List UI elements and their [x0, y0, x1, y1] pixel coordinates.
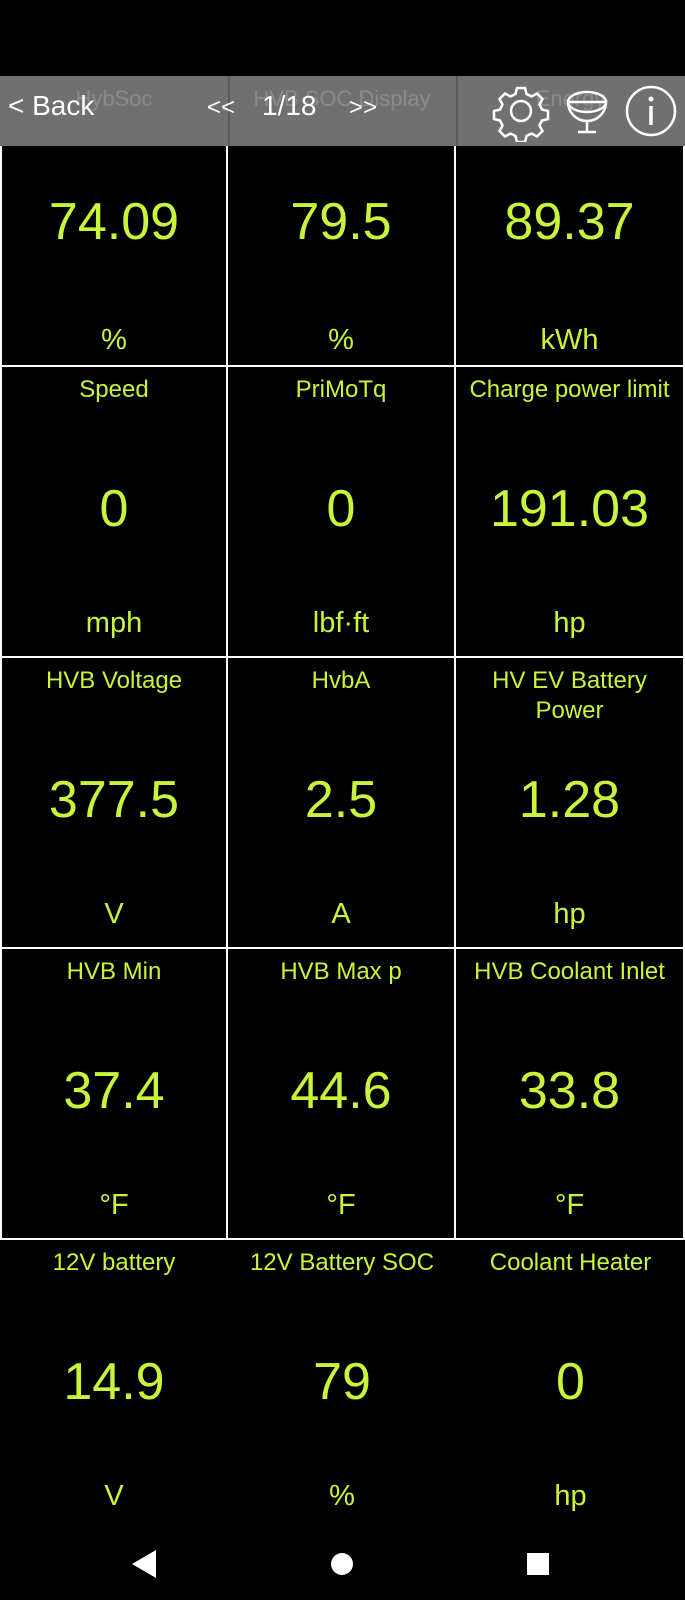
gauge-unit: °F: [554, 1189, 585, 1221]
gauge-label: Coolant Heater: [489, 1249, 652, 1276]
gauge-row: HVB Voltage 377.5 V HvbA 2.5 A HV EV Bat…: [0, 658, 685, 949]
gauge-label: PriMoTq: [295, 376, 387, 403]
back-button[interactable]: < Back: [8, 90, 94, 122]
gauge-unit: %: [101, 324, 127, 356]
gauge-row: Speed 0 mph PriMoTq 0 lbf·ft Charge powe…: [0, 367, 685, 658]
gauge-cell[interactable]: Speed 0 mph: [0, 367, 228, 658]
gauge-value: 89.37: [504, 193, 635, 251]
gauge-unit: V: [104, 898, 124, 930]
gauge-unit: mph: [85, 607, 143, 639]
info-icon[interactable]: [620, 80, 682, 142]
gauge-value: 33.8: [518, 1062, 621, 1120]
gauge-label: HVB Coolant Inlet: [474, 958, 665, 985]
gauge-cell[interactable]: 89.37 kWh: [456, 146, 685, 367]
gauge-cell[interactable]: PriMoTq 0 lbf·ft: [228, 367, 456, 658]
gauge-cell[interactable]: 12V battery 14.9 V: [0, 1240, 228, 1530]
gauge-unit: lbf·ft: [312, 607, 370, 639]
gauge-value: 0: [99, 480, 129, 538]
gauge-value: 1.28: [518, 771, 621, 829]
gauge-unit: °F: [99, 1189, 129, 1221]
gauge-cell[interactable]: HVB Min 37.4 °F: [0, 949, 228, 1240]
back-triangle-icon[interactable]: [124, 1544, 164, 1584]
gauge-label: Speed: [79, 376, 149, 403]
gauge-unit: hp: [553, 607, 586, 639]
gauge-value: 44.6: [290, 1062, 392, 1120]
gauge-cell[interactable]: Coolant Heater 0 hp: [456, 1240, 685, 1530]
page-indicator: 1/18: [262, 90, 317, 121]
system-nav-bar: [0, 1530, 685, 1600]
gauge-unit: °F: [326, 1189, 356, 1221]
status-bar-area: [0, 0, 685, 76]
gauge-unit: hp: [553, 898, 586, 930]
gauge-label: HvbA: [311, 667, 371, 694]
gauge-cell[interactable]: HV EV Battery Power 1.28 hp: [456, 658, 685, 949]
gauge-label: 12V battery: [52, 1249, 176, 1276]
gauge-cell[interactable]: 74.09 %: [0, 146, 228, 367]
gauge-label: Charge power limit: [469, 376, 670, 403]
gear-icon[interactable]: [490, 80, 552, 142]
gauge-value: 191.03: [489, 480, 650, 538]
gauge-value: 37.4: [63, 1062, 165, 1120]
gauge-label: HV EV Battery Power: [492, 667, 647, 724]
gauge-label: HVB Max p: [280, 958, 402, 985]
gauge-value: 74.09: [48, 193, 180, 251]
gauge-unit: A: [331, 898, 351, 930]
prev-page-button[interactable]: <<: [207, 94, 235, 122]
gauge-cell[interactable]: 79.5 %: [228, 146, 456, 367]
gauge-label: HVB Voltage: [45, 667, 183, 694]
gauge-unit: kWh: [540, 324, 599, 356]
gauge-cell[interactable]: HVB Max p 44.6 °F: [228, 949, 456, 1240]
gauge-value: 14.9: [63, 1353, 165, 1411]
gauge-row: 74.09 % 79.5 % 89.37 kWh: [0, 146, 685, 367]
gauge-cell[interactable]: Charge power limit 191.03 hp: [456, 367, 685, 658]
gauge-value: 79.5: [290, 193, 392, 251]
gauge-unit: %: [328, 324, 354, 356]
gauge-value: 2.5: [304, 771, 378, 829]
gauge-value: 377.5: [48, 771, 180, 829]
gauge-cell[interactable]: HVB Coolant Inlet 33.8 °F: [456, 949, 685, 1240]
gauge-label: HVB Min: [66, 958, 162, 985]
gauge-cell[interactable]: HVB Voltage 377.5 V: [0, 658, 228, 949]
gauge-unit: hp: [554, 1480, 587, 1512]
microphone-icon[interactable]: [556, 80, 618, 142]
gauge-row: 12V battery 14.9 V 12V Battery SOC 79 % …: [0, 1240, 685, 1530]
gauge-unit: V: [104, 1480, 124, 1512]
gauge-value: 0: [326, 480, 356, 538]
home-circle-icon[interactable]: [322, 1544, 362, 1584]
next-page-button[interactable]: >>: [349, 94, 377, 122]
gauge-unit: %: [329, 1480, 355, 1512]
gauge-cell[interactable]: HvbA 2.5 A: [228, 658, 456, 949]
gauge-label: 12V Battery SOC: [249, 1249, 435, 1276]
recents-square-icon[interactable]: [518, 1544, 558, 1584]
gauge-value: 79: [313, 1353, 371, 1411]
gauge-row: HVB Min 37.4 °F HVB Max p 44.6 °F HVB Co…: [0, 949, 685, 1240]
gauge-value: 0: [556, 1353, 585, 1411]
gauge-cell[interactable]: 12V Battery SOC 79 %: [228, 1240, 456, 1530]
